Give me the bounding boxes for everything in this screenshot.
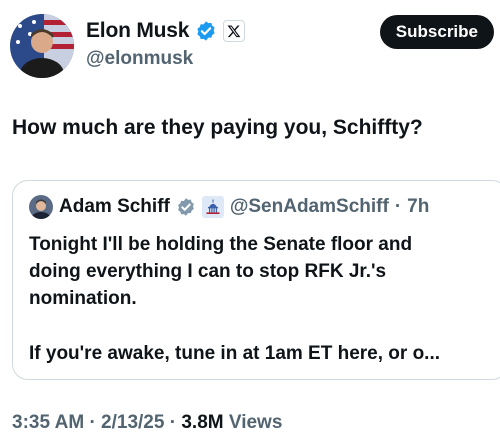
quoted-author-avatar	[29, 195, 53, 219]
us-capitol-icon	[201, 196, 224, 218]
quoted-tweet-header: Adam Schiff @SenAdamSchiff · 7h	[29, 195, 429, 219]
tweet-meta: 3:35 AM · 2/13/25 · 3.8M Views	[12, 412, 282, 434]
meta-separator: ·	[169, 412, 177, 433]
quoted-text-line: Tonight I'll be holding the Senate floor…	[29, 234, 413, 255]
quoted-text-paragraph: If you're awake, tune in at 1am ET here,…	[29, 343, 441, 364]
author-display-name[interactable]: Elon Musk	[86, 19, 189, 43]
meta-separator: ·	[89, 412, 96, 433]
quoted-author-name: Adam Schiff	[59, 196, 170, 217]
tweet-card: Elon Musk @elonmusk Subscribe How much a…	[0, 0, 500, 447]
tweet-text: How much are they paying you, Schiffty?	[12, 116, 423, 139]
quoted-text-line: doing everything I can to stop RFK Jr.'s	[29, 261, 387, 282]
quoted-separator: ·	[394, 196, 402, 217]
tweet-time[interactable]: 3:35 AM	[12, 412, 84, 433]
views-label[interactable]: Views	[229, 412, 283, 433]
author-handle[interactable]: @elonmusk	[86, 48, 193, 70]
quoted-tweet-text: Tonight I'll be holding the Senate floor…	[29, 231, 499, 312]
quoted-timestamp: 7h	[407, 196, 430, 217]
author-name-row: Elon Musk	[86, 19, 246, 43]
verified-badge-icon[interactable]	[195, 20, 217, 42]
quoted-text-line: nomination.	[29, 288, 137, 309]
quoted-author-handle: @SenAdamSchiff	[229, 196, 389, 217]
quoted-tweet[interactable]: Adam Schiff @SenAdamSchiff · 7h Tonight …	[12, 180, 500, 380]
views-count[interactable]: 3.8M	[181, 412, 223, 433]
subscribe-button[interactable]: Subscribe	[379, 15, 494, 49]
government-verified-icon	[176, 197, 196, 217]
author-avatar[interactable]	[10, 14, 74, 78]
x-logo-icon[interactable]	[223, 20, 246, 42]
tweet-date[interactable]: 2/13/25	[101, 412, 164, 433]
